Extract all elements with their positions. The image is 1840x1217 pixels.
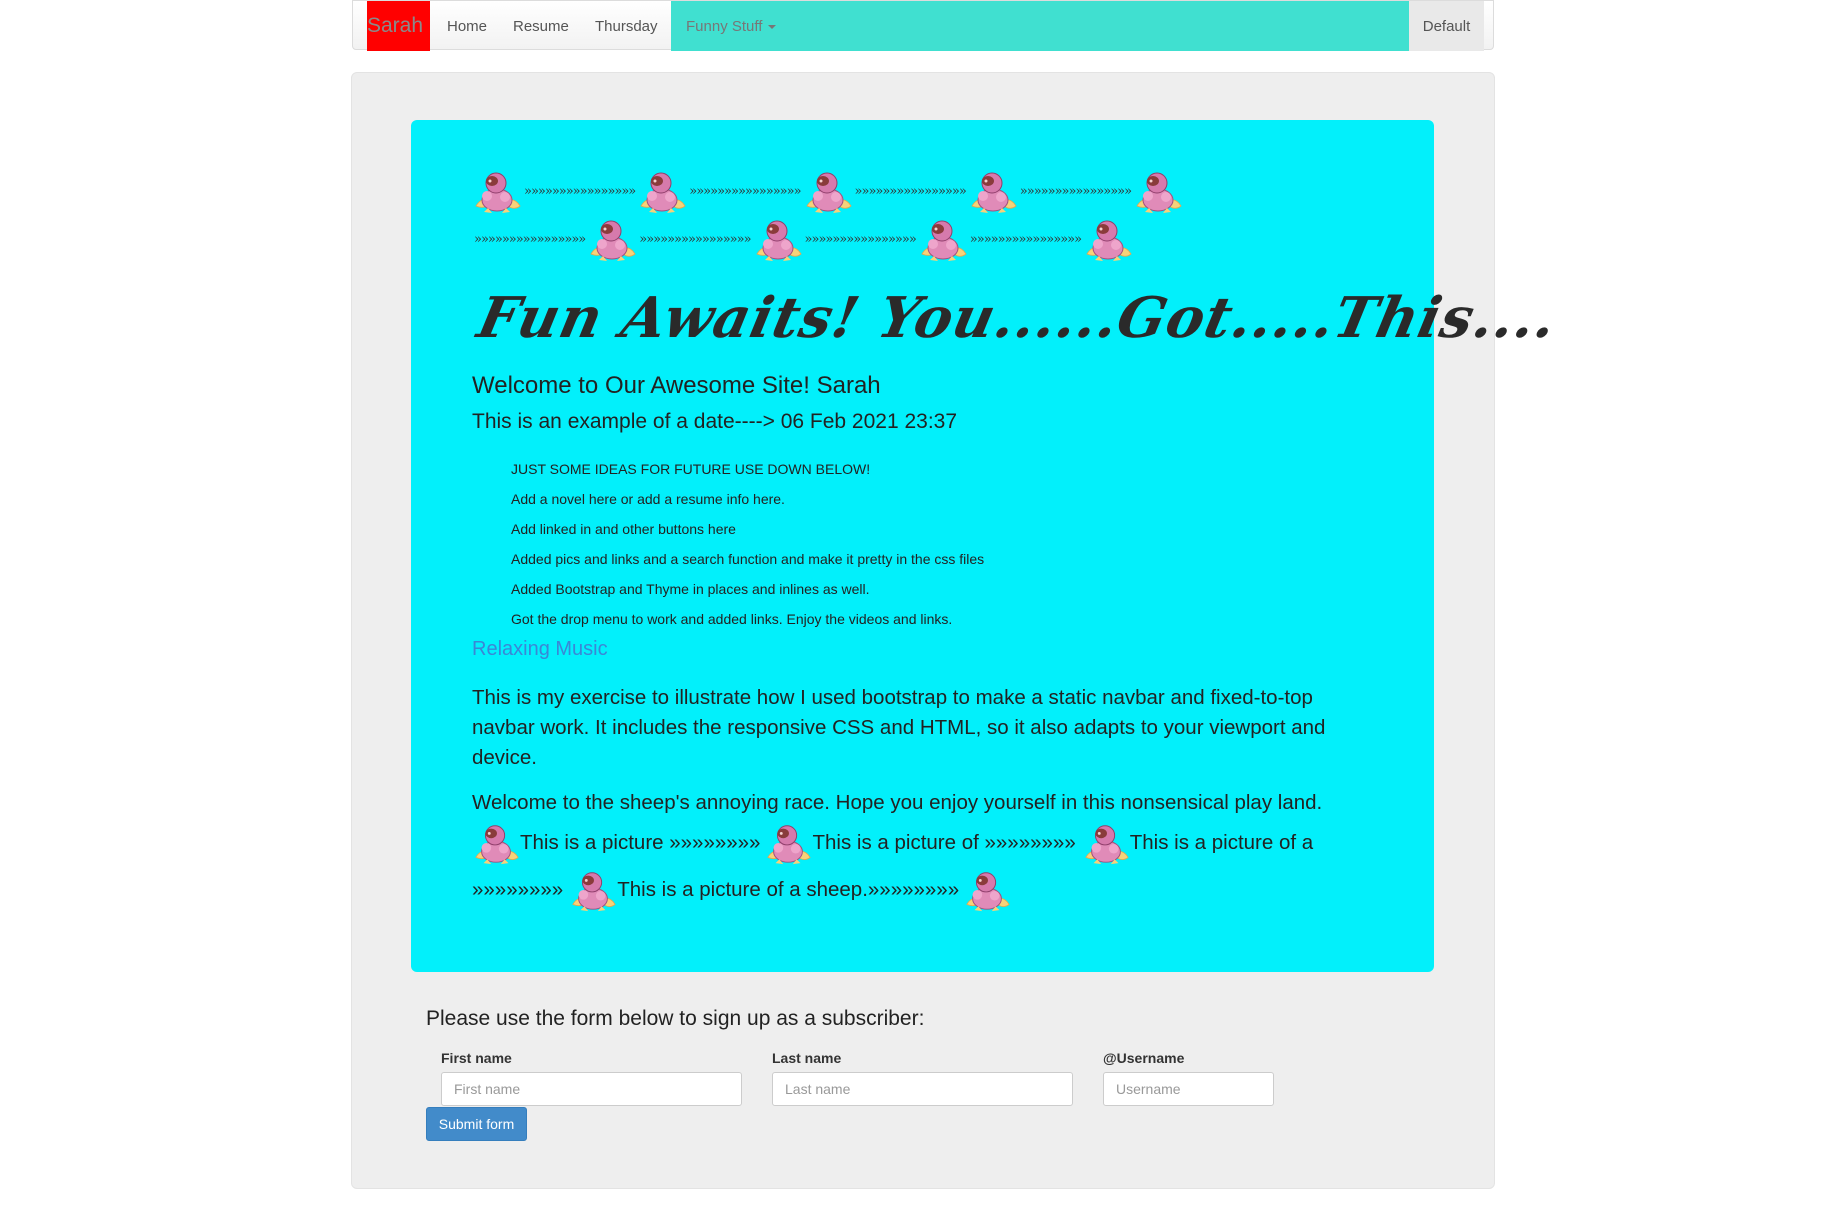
sheep-icon	[472, 166, 522, 216]
sheep-icon	[918, 214, 968, 264]
hero-panel: »»»»»»»»»»»»»»»» »»»»»»»»»»»»»»»» »»»»»»…	[411, 120, 1563, 972]
date-heading: This is an example of a date----> 06 Feb…	[472, 410, 958, 433]
list-item: Add linked in and other buttons here	[511, 521, 736, 537]
list-item: JUST SOME IDEAS FOR FUTURE USE DOWN BELO…	[511, 461, 871, 477]
sheep-icon	[1133, 166, 1183, 216]
first-name-input[interactable]	[441, 1072, 742, 1106]
last-name-label: Last name	[772, 1050, 842, 1066]
chevrons: »»»»»»»»»»»»»»»»	[804, 231, 917, 247]
chevrons: »»»»»»»»»»»»»»»»	[854, 183, 967, 199]
list-item: Got the drop menu to work and added link…	[511, 611, 953, 627]
nav-link-thursday[interactable]: Thursday	[595, 1, 658, 51]
picture-caption: This is a picture of »»»»»»»»	[812, 831, 1076, 854]
picture-line-1: This is a picture »»»»»»»» This is a pic…	[472, 820, 1432, 866]
nav-dropdown-funny-stuff[interactable]: Funny Stuff	[671, 1, 1409, 51]
chevrons: »»»»»»»»»»»»»»»»	[689, 183, 801, 199]
welcome-heading: Welcome to Our Awesome Site! Sarah	[472, 372, 881, 399]
sheep-race-text: Welcome to the sheep's annoying race. Ho…	[472, 791, 1323, 814]
hero-title: Fun Awaits! You......Got.....This....	[472, 285, 1563, 351]
nav-link-resume[interactable]: Resume	[513, 1, 569, 51]
sheep-icon	[1082, 819, 1130, 867]
submit-form-button[interactable]: Submit form	[426, 1107, 527, 1141]
sheep-icon	[569, 866, 617, 914]
caret-down-icon	[768, 25, 777, 30]
sheep-icon	[637, 166, 687, 216]
ideas-list: JUST SOME IDEAS FOR FUTURE USE DOWN BELO…	[511, 454, 984, 634]
last-name-input[interactable]	[772, 1072, 1073, 1106]
sheep-icon	[968, 166, 1018, 216]
nav-link-default[interactable]: Default	[1409, 1, 1484, 51]
list-item: Add a novel here or add a resume info he…	[511, 491, 785, 507]
sheep-icon	[963, 866, 1011, 914]
navbar-brand[interactable]: Sarah	[367, 1, 430, 51]
picture-caption: This is a picture of a sheep.»»»»»»»»	[617, 878, 960, 901]
picture-line-2: »»»»»»»» This is a picture of a sheep.»»…	[472, 867, 1432, 913]
top-navbar: Sarah Home Resume Thursday Funny Stuff D…	[352, 0, 1494, 51]
chevrons: »»»»»»»»»»»»»»»»	[474, 231, 586, 247]
sheep-icon	[472, 819, 520, 867]
signup-intro: Please use the form below to sign up as …	[426, 1007, 925, 1030]
chevrons: »»»»»»»»»»»»»»»»	[1019, 183, 1132, 199]
relaxing-music-link[interactable]: Relaxing Music	[472, 638, 608, 661]
username-label: @Username	[1103, 1050, 1185, 1066]
list-item: Added Bootstrap and Thyme in places and …	[511, 581, 870, 597]
sheep-icon	[587, 214, 637, 264]
sheep-banner-row-2: »»»»»»»»»»»»»»»» »»»»»»»»»»»»»»»» »»»»»»…	[472, 216, 1432, 262]
picture-caption: »»»»»»»»	[472, 878, 564, 901]
nav-link-home[interactable]: Home	[447, 1, 487, 51]
list-item: Added pics and links and a search functi…	[511, 551, 985, 567]
sheep-icon	[1083, 214, 1133, 264]
sheep-icon	[764, 819, 812, 867]
sheep-banner-row-1: »»»»»»»»»»»»»»»» »»»»»»»»»»»»»»»» »»»»»»…	[472, 168, 1432, 214]
nav-dropdown-label: Funny Stuff	[686, 18, 763, 35]
first-name-label: First name	[441, 1050, 512, 1066]
chevrons: »»»»»»»»»»»»»»»»	[639, 231, 751, 247]
sheep-icon	[803, 166, 853, 216]
picture-caption: This is a picture of a	[1129, 831, 1314, 854]
chevrons: »»»»»»»»»»»»»»»»	[524, 183, 636, 199]
picture-caption: This is a picture »»»»»»»»	[520, 831, 761, 854]
description-paragraph: This is my exercise to illustrate how I …	[472, 686, 1326, 769]
username-input[interactable]	[1103, 1072, 1274, 1106]
sheep-icon	[753, 214, 803, 264]
chevrons: »»»»»»»»»»»»»»»»	[969, 231, 1082, 247]
